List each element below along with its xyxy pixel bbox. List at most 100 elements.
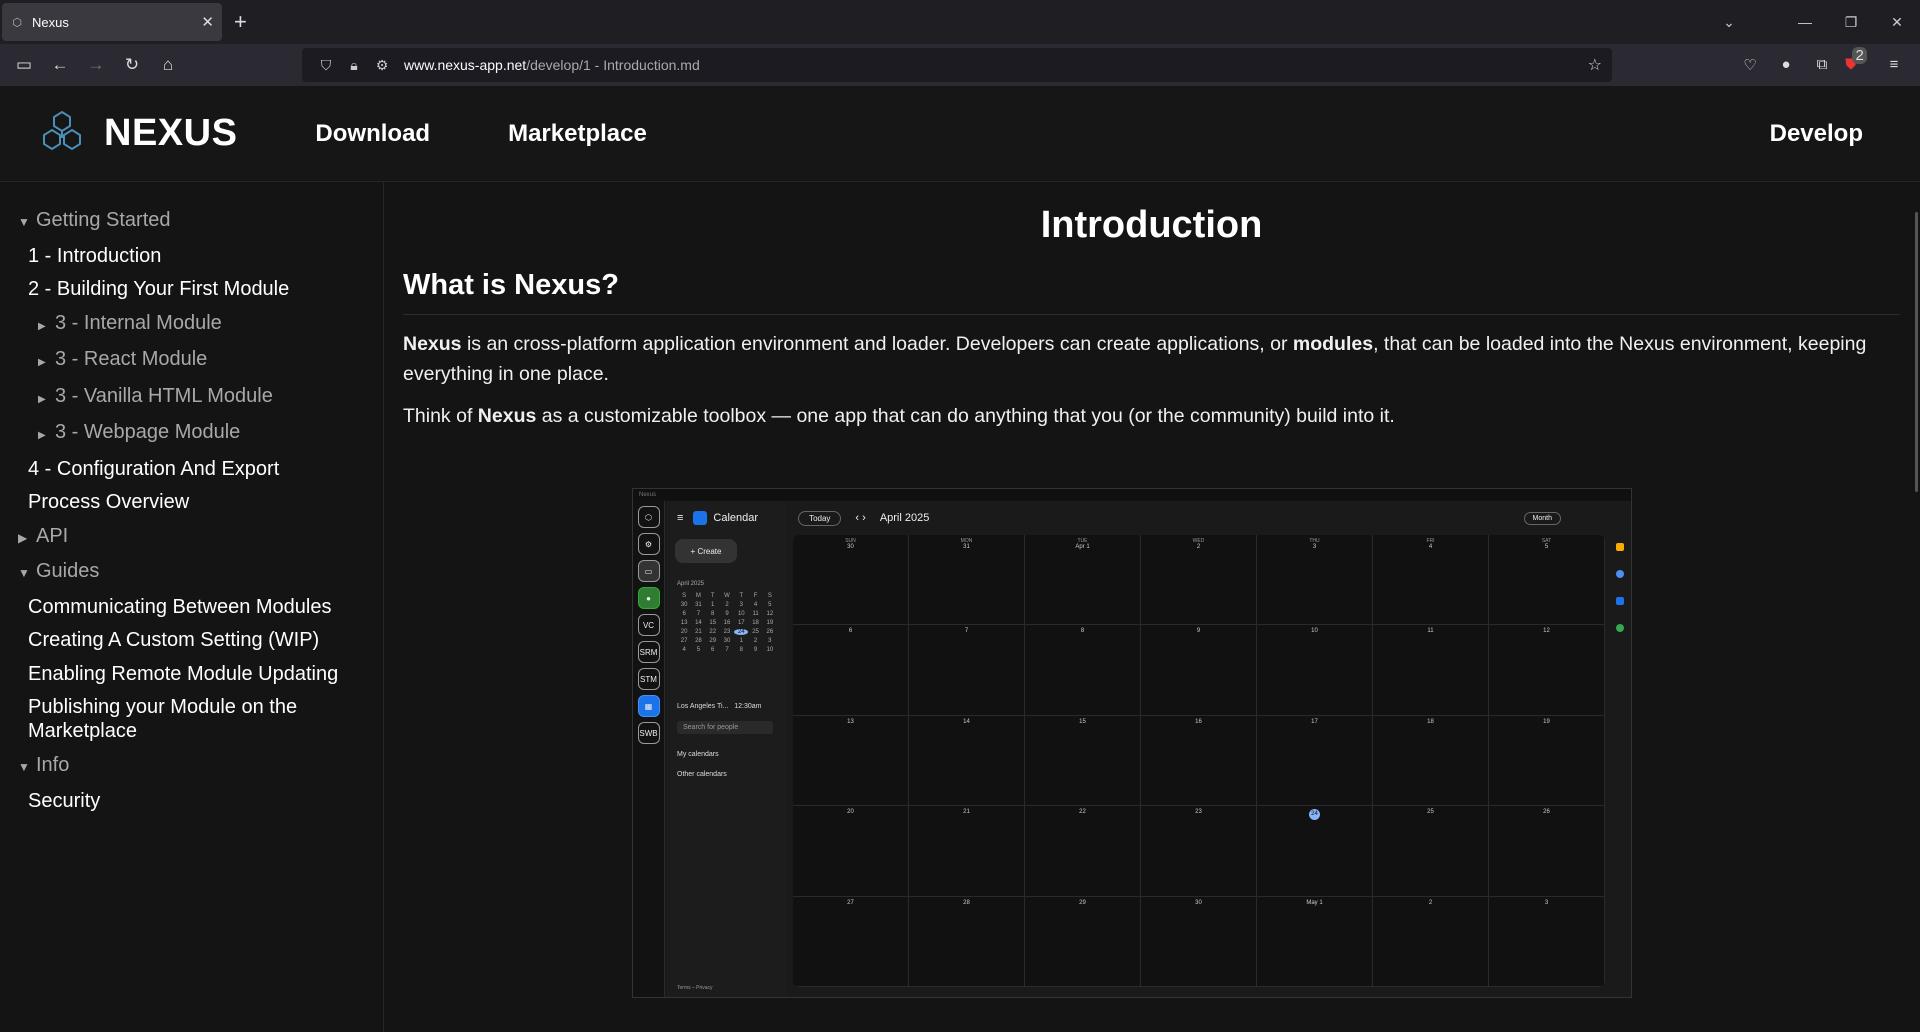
collapsed-triangle-icon: ▶	[38, 430, 46, 441]
day-number: 22	[1079, 809, 1086, 816]
sidebar-item-webpage-module[interactable]: ▶ 3 - Webpage Module	[0, 416, 383, 453]
para-text: is an cross-platform application environ…	[461, 333, 1293, 355]
mini-day: 4	[753, 602, 758, 608]
mini-day: 30	[723, 638, 731, 644]
sidebar-item-introduction[interactable]: 1 - Introduction	[0, 240, 383, 274]
mini-day: 9	[753, 647, 758, 653]
new-tab-icon[interactable]: +	[234, 9, 247, 35]
view-selector: Month	[1523, 511, 1561, 525]
lock-icon[interactable]: 🔒︎	[340, 57, 368, 74]
sidebar-item-label: 3 - Webpage Module	[55, 421, 241, 443]
mini-day: 7	[696, 611, 701, 617]
calendar-day-cell: 10	[1257, 625, 1373, 716]
screenshot-titlebar: Nexus	[633, 489, 1631, 501]
back-icon[interactable]: ←	[42, 55, 78, 75]
extensions-icon[interactable]: ⧉	[1804, 56, 1840, 74]
create-label: Create	[697, 546, 722, 556]
mini-day: 22	[709, 629, 717, 635]
calendar-day-cell: SAT 5	[1489, 535, 1605, 626]
close-window-icon[interactable]: ✕	[1874, 14, 1920, 31]
sidebar-item-first-module[interactable]: 2 - Building Your First Module	[0, 273, 383, 307]
mini-day: 26	[766, 629, 774, 635]
mini-day: 5	[768, 602, 772, 608]
restore-icon[interactable]: ❐	[1828, 14, 1874, 31]
mini-day: 14	[695, 620, 702, 626]
sidebar-group-getting-started[interactable]: ▼ Getting Started	[0, 204, 383, 240]
docs-sidebar: ▼ Getting Started 1 - Introduction 2 - Bu…	[0, 182, 384, 1032]
calendar-day-cell: 9	[1141, 625, 1257, 716]
day-number: 13	[847, 718, 854, 725]
sidebar-item-remote-updating[interactable]: Enabling Remote Module Updating	[0, 658, 383, 692]
sidebar-toggle-icon[interactable]: ▭	[6, 55, 42, 75]
calendar-day-cell: MON 31	[909, 535, 1025, 626]
home-icon[interactable]: ⌂	[150, 55, 186, 75]
day-number: 27	[847, 899, 854, 906]
screenshot-calendar-sidebar	[667, 501, 787, 997]
nav-download[interactable]: Download	[315, 120, 430, 148]
tasks-icon	[1616, 570, 1624, 578]
mini-day: 18	[752, 620, 759, 626]
nexus-screenshot-image: Nexus ⬡ ⚙ ▭ ● VC SRM STM ▦ SWB ≡ Calenda…	[632, 488, 1632, 998]
nav-marketplace[interactable]: Marketplace	[508, 120, 647, 148]
mini-day: 27	[680, 638, 688, 644]
maps-icon	[1616, 624, 1624, 632]
toolbar-right: ♡ ● ⧉ ⛊2 ≡	[1732, 47, 1912, 74]
month-grid: SUN 30 MON 31 TUE Apr 1 WED 2 THU 3 FRI 4 SAT 5 6 7 8 9 10…	[793, 535, 1605, 987]
close-tab-icon[interactable]: ✕	[201, 13, 214, 31]
calendar-day-cell: THU 3	[1257, 535, 1373, 626]
calendar-day-cell: 18	[1373, 715, 1489, 807]
tracking-protection-icon[interactable]: ⛉	[312, 57, 340, 74]
day-number: 24	[1309, 809, 1320, 821]
permissions-icon[interactable]: ⚙︎	[368, 57, 396, 74]
day-number: 30	[1195, 899, 1202, 906]
rail-module-stm: STM	[637, 668, 660, 690]
para-text: as a customizable toolbox — one app that…	[536, 405, 1395, 427]
sidebar-item-process-overview[interactable]: Process Overview	[0, 486, 383, 520]
sidebar-item-react-module[interactable]: ▶ 3 - React Module	[0, 343, 383, 380]
contacts-icon	[1616, 597, 1624, 605]
account-icon[interactable]: ●	[1768, 56, 1804, 74]
menu-icon[interactable]: ≡	[1876, 56, 1912, 74]
mini-dow: F	[753, 593, 758, 599]
calendar-rail-icon: ▦	[637, 695, 660, 717]
sidebar-item-publishing[interactable]: Publishing your Module on the Marketplac…	[0, 691, 383, 749]
sidebar-group-api[interactable]: ▶ API	[0, 520, 383, 556]
calendar-day-cell: 8	[1025, 625, 1141, 716]
scrollbar-thumb[interactable]	[1915, 212, 1918, 492]
sidebar-item-configuration[interactable]: 4 - Configuration And Export	[0, 453, 383, 487]
para-text: Think of	[403, 405, 478, 427]
pocket-icon[interactable]: ♡	[1732, 56, 1768, 74]
mini-day: 3	[768, 638, 772, 644]
calendar-day-cell: 15	[1025, 715, 1141, 807]
nexus-logo-icon[interactable]	[36, 108, 88, 160]
settings-rail-icon: ⚙	[637, 533, 660, 555]
mini-day: 3	[739, 602, 743, 608]
sidebar-item-custom-setting[interactable]: Creating A Custom Setting (WIP)	[0, 624, 383, 658]
sidebar-item-vanilla-html-module[interactable]: ▶ 3 - Vanilla HTML Module	[0, 380, 383, 417]
day-number: 21	[963, 809, 970, 816]
calendar-app-name: Calendar	[713, 512, 759, 524]
mini-day: 10	[737, 611, 745, 617]
sidebar-item-communicating[interactable]: Communicating Between Modules	[0, 591, 383, 625]
reload-icon[interactable]: ↻	[114, 55, 150, 75]
mini-day: 25	[752, 629, 759, 635]
forward-icon[interactable]: →	[78, 55, 114, 75]
sidebar-group-guides[interactable]: ▼ Guides	[0, 555, 383, 591]
ublock-icon[interactable]: ⛊2	[1840, 47, 1876, 74]
url-bar[interactable]: ⛉ 🔒︎ ⚙︎ www.nexus-app.net/develop/1 - In…	[302, 48, 1612, 82]
url-path: /develop/1 - Introduction.md	[526, 57, 700, 73]
list-all-tabs-icon[interactable]: ⌄	[1706, 14, 1752, 31]
day-number: 14	[963, 718, 970, 725]
sidebar-item-internal-module[interactable]: ▶ 3 - Internal Module	[0, 307, 383, 344]
sidebar-group-info[interactable]: ▼ Info	[0, 749, 383, 785]
minimize-icon[interactable]: —	[1782, 14, 1828, 30]
url-domain: www.nexus-app.net	[404, 57, 527, 73]
mini-day: 28	[695, 638, 702, 644]
bookmark-star-icon[interactable]: ☆	[1588, 55, 1602, 75]
site-brand[interactable]: NEXUS	[104, 112, 237, 155]
nav-develop[interactable]: Develop	[1770, 120, 1863, 148]
browser-tab[interactable]: ⬡ Nexus ✕	[2, 3, 222, 41]
day-number: 16	[1195, 718, 1202, 725]
mini-dow: S	[682, 593, 687, 599]
sidebar-item-security[interactable]: Security	[0, 785, 383, 819]
